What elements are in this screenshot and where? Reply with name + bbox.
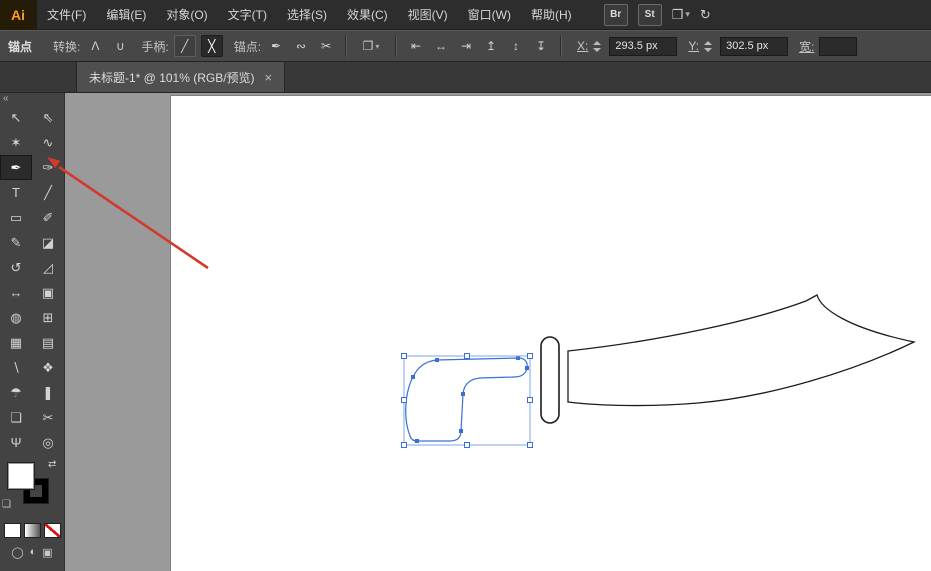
align-right-icon[interactable]: ⇥ [456,36,476,56]
pencil-tool[interactable]: ✎ [0,230,32,255]
bridge-button[interactable]: Br [604,4,628,26]
x-input[interactable]: 293.5 px [609,37,677,56]
tool-panel: « ↖⇖✶∿✒✑T╱▭✐✎◪↺◿↔▣◍⊞▦▤∖❖☂❚❏✂Ψ◎ ⇄ ❏ ◯ ◐ ▣ [0,93,65,571]
swap-fill-stroke-icon[interactable]: ⇄ [48,459,56,470]
magic-wand-tool[interactable]: ✶ [0,130,32,155]
gesture-icon[interactable]: ↻ [700,7,711,23]
draw-normal-icon[interactable]: ◯ [11,546,23,559]
collapse-panel-button[interactable]: « [0,93,64,105]
paint-style-buttons [0,523,64,538]
artboard[interactable] [170,95,931,571]
mesh-tool[interactable]: ▦ [0,330,32,355]
arrange-options-button[interactable]: ❐ ▾ [356,36,386,56]
eraser-tool[interactable]: ◪ [32,230,64,255]
menu-bar: Ai 文件(F) 编辑(E) 对象(O) 文字(T) 选择(S) 效果(C) 视… [0,0,931,30]
direct-selection-tool[interactable]: ⇖ [32,105,64,130]
draw-behind-icon[interactable]: ◐ [30,546,37,559]
zoom-tool[interactable]: ◎ [32,430,64,455]
convert-label: 转换: [53,38,80,55]
color-wells: ⇄ ❏ [0,459,64,513]
shape-builder-tool[interactable]: ◍ [0,305,32,330]
free-transform-tool[interactable]: ▣ [32,280,64,305]
separator [345,35,347,57]
document-tab-title: 未标题-1* @ 101% (RGB/预览) [89,69,255,86]
blend-tool[interactable]: ❖ [32,355,64,380]
menu-help[interactable]: 帮助(H) [521,0,582,30]
stock-button[interactable]: St [638,4,662,26]
fill-color-well[interactable] [8,463,34,489]
menu-file[interactable]: 文件(F) [37,0,96,30]
app-logo: Ai [0,0,37,30]
pen-tool[interactable]: ✒ [0,155,32,180]
draw-inside-icon[interactable]: ▣ [42,546,52,559]
arrange-documents-button[interactable]: ❒ ▾ [672,7,690,23]
add-anchor-point-tool[interactable]: ✑ [32,155,64,180]
rectangle-tool[interactable]: ▭ [0,205,32,230]
convert-to-corner-icon[interactable]: Λ [85,36,105,56]
cut-path-icon[interactable]: ✂ [316,36,336,56]
hand-tool[interactable]: Ψ [0,430,32,455]
menu-type[interactable]: 文字(T) [218,0,277,30]
x-label[interactable]: X: [577,39,588,53]
menu-select[interactable]: 选择(S) [277,0,337,30]
gradient-button[interactable] [24,523,41,538]
y-input[interactable]: 302.5 px [720,37,788,56]
panel-title: 锚点 [8,38,32,55]
align-left-icon[interactable]: ⇤ [406,36,426,56]
type-tool[interactable]: T [0,180,32,205]
width-tool[interactable]: ↔ [0,280,32,305]
tools-grid: ↖⇖✶∿✒✑T╱▭✐✎◪↺◿↔▣◍⊞▦▤∖❖☂❚❏✂Ψ◎ [0,105,64,455]
menu-effect[interactable]: 效果(C) [337,0,398,30]
canvas[interactable] [65,93,931,571]
width-input[interactable] [819,37,857,56]
show-handles-icon[interactable]: ╱ [174,35,196,57]
stack-icon: ❐ [363,39,374,53]
line-segment-tool[interactable]: ╱ [32,180,64,205]
menu-window[interactable]: 窗口(W) [458,0,521,30]
separator [560,35,562,57]
symbol-sprayer-tool[interactable]: ☂ [0,380,32,405]
y-label[interactable]: Y: [688,39,699,53]
scale-tool[interactable]: ◿ [32,255,64,280]
paintbrush-tool[interactable]: ✐ [32,205,64,230]
slice-tool[interactable]: ✂ [32,405,64,430]
none-button[interactable] [44,523,61,538]
menu-view[interactable]: 视图(V) [398,0,458,30]
separator [395,35,397,57]
width-label[interactable]: 宽: [799,38,814,55]
draw-mode-buttons: ◯ ◐ ▣ [0,546,64,559]
control-bar: 锚点 转换: Λ ∪ 手柄: ╱ ╳ 锚点: ✒ ∾ ✂ ❐ ▾ ⇤ ↔ ⇥ ↥… [0,30,931,62]
remove-anchor-icon[interactable]: ✒ [266,36,286,56]
eyedropper-tool[interactable]: ∖ [0,355,32,380]
perspective-grid-tool[interactable]: ⊞ [32,305,64,330]
menu-object[interactable]: 对象(O) [156,0,217,30]
y-stepper[interactable] [704,37,715,55]
align-top-icon[interactable]: ↥ [481,36,501,56]
rotate-tool[interactable]: ↺ [0,255,32,280]
chevron-down-icon: ▾ [375,42,379,51]
chevron-down-icon: ▾ [685,9,690,20]
anchors-label: 锚点: [234,38,261,55]
hide-handles-icon[interactable]: ╳ [201,35,223,57]
gradient-tool[interactable]: ▤ [32,330,64,355]
color-button[interactable] [4,523,21,538]
menu-edit[interactable]: 编辑(E) [96,0,156,30]
document-tab[interactable]: 未标题-1* @ 101% (RGB/预览) × [76,62,285,92]
align-middle-vertical-icon[interactable]: ↕ [506,36,526,56]
selection-tool[interactable]: ↖ [0,105,32,130]
close-icon[interactable]: × [265,70,273,85]
documents-icon: ❒ [672,7,684,23]
convert-to-smooth-icon[interactable]: ∪ [110,36,130,56]
x-stepper[interactable] [593,37,604,55]
tab-bar: 未标题-1* @ 101% (RGB/预览) × [0,62,931,93]
default-fill-stroke-icon[interactable]: ❏ [2,499,11,510]
lasso-tool[interactable]: ∿ [32,130,64,155]
connect-endpoints-icon[interactable]: ∾ [291,36,311,56]
artboard-tool[interactable]: ❏ [0,405,32,430]
align-center-horizontal-icon[interactable]: ↔ [431,36,451,56]
align-bottom-icon[interactable]: ↧ [531,36,551,56]
column-graph-tool[interactable]: ❚ [32,380,64,405]
handles-label: 手柄: [141,38,168,55]
